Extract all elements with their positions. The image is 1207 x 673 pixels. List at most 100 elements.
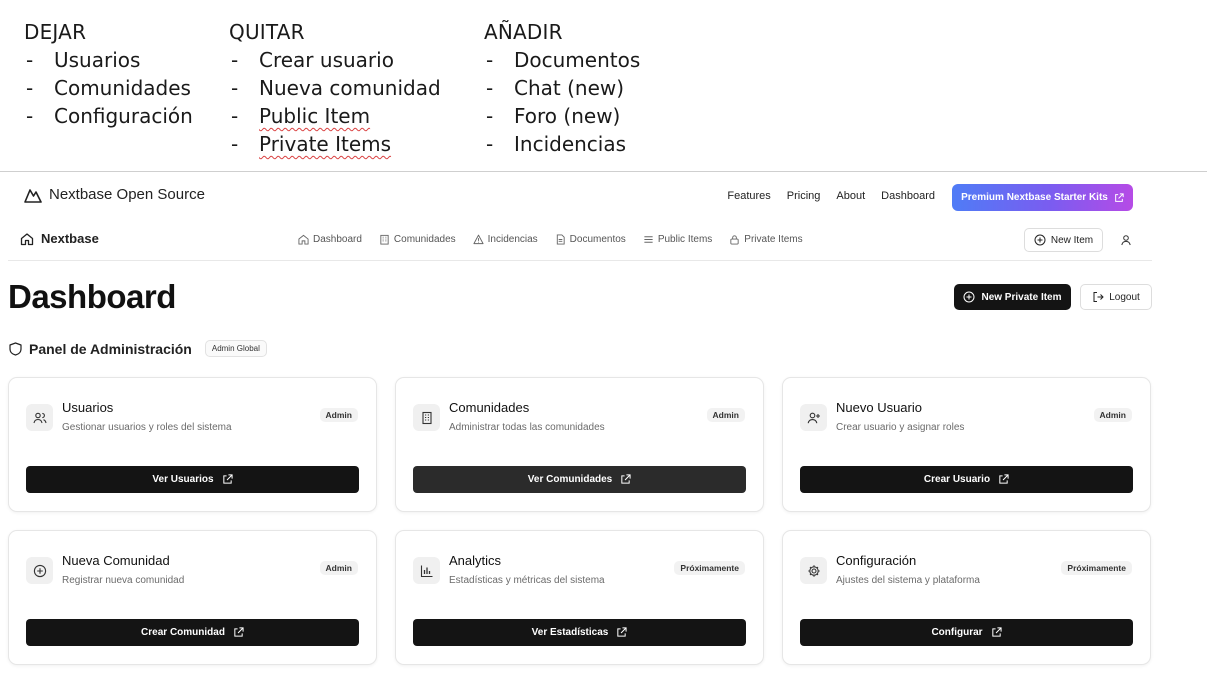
top-navbar: Nextbase Open Source Features Pricing Ab… [0,176,1207,220]
app-link-documentos[interactable]: Documentos [555,234,626,245]
external-link-icon [999,474,1009,484]
shield-icon [9,341,22,356]
user-icon [1121,235,1131,246]
list-item: Comunidades [24,74,193,102]
external-link-icon [991,627,1002,637]
card-configuracion: Configuración Ajustes del sistema y plat… [782,530,1151,665]
notes-dejar-list: Usuarios Comunidades Configuración [24,46,193,130]
app-link-label: Documentos [569,234,626,245]
app-brand[interactable]: Nextbase [20,231,99,246]
card-icon-box [800,404,827,431]
ver-usuarios-button[interactable]: Ver Usuarios [26,466,359,493]
configurar-button[interactable]: Configurar [800,619,1133,646]
card-title: Analytics [449,553,502,568]
button-label: Ver Comunidades [527,474,613,485]
status-badge: Próximamente [674,561,745,575]
crear-usuario-button[interactable]: Crear Usuario [800,466,1133,493]
external-link-icon [621,474,631,484]
app-link-private-items[interactable]: Private Items [729,234,803,245]
card-usuarios: Usuarios Gestionar usuarios y roles del … [8,377,377,512]
card-description: Ajustes del sistema y plataforma [836,575,980,586]
card-comunidades: Comunidades Administrar todas las comuni… [395,377,764,512]
logout-icon [1093,292,1104,302]
card-nueva-comunidad: Nueva Comunidad Registrar nueva comunida… [8,530,377,665]
lock-icon [730,235,739,245]
role-badge: Admin [706,408,745,422]
app-brand-label: Nextbase [41,231,99,246]
role-badge: Admin [319,561,358,575]
list-item: Nueva comunidad [229,74,441,102]
spellcheck-text: Private Items [259,132,392,156]
button-label: Ver Usuarios [152,474,214,485]
notes-quitar-heading: QUITAR [229,20,305,44]
external-link-icon [617,627,627,637]
app-link-comunidades[interactable]: Comunidades [379,234,456,245]
spellcheck-text: Public Item [259,104,371,128]
crear-comunidad-button[interactable]: Crear Comunidad [26,619,359,646]
role-badge: Admin [1093,408,1132,422]
card-title: Configuración [836,553,917,568]
site-brand[interactable]: Nextbase Open Source [24,186,205,203]
app-link-dashboard[interactable]: Dashboard [298,234,362,245]
app-link-incidencias[interactable]: Incidencias [473,234,538,245]
card-description: Registrar nueva comunidad [62,575,185,586]
home-icon [298,234,309,245]
notes-dejar-column: DEJAR Usuarios Comunidades Configuración [24,18,193,130]
plus-circle-icon [963,291,975,303]
admin-panel-title: Panel de Administración [29,340,192,357]
list-item: Private Items [229,130,441,158]
card-icon-box [26,557,53,584]
plus-circle-icon [1034,234,1046,246]
app-navbar: Nextbase Dashboard Comunidades Incidenci… [8,222,1152,261]
plus-circle-icon [33,564,46,577]
ver-estadisticas-button[interactable]: Ver Estadísticas [413,619,746,646]
notes-quitar-list: Crear usuario Nueva comunidad Public Ite… [229,46,441,158]
app-link-label: Dashboard [313,234,362,245]
nav-link-about[interactable]: About [836,190,865,202]
list-item: Documentos [484,46,640,74]
mountain-logo-icon [24,188,42,203]
external-link-icon [234,627,244,637]
admin-cards-grid: Usuarios Gestionar usuarios y roles del … [8,377,1152,665]
notes-anadir-list: Documentos Chat (new) Foro (new) Inciden… [484,46,640,158]
card-description: Gestionar usuarios y roles del sistema [62,422,232,433]
new-item-button[interactable]: New Item [1024,228,1103,252]
home-icon [20,232,34,245]
notes-anadir-column: AÑADIR Documentos Chat (new) Foro (new) … [484,18,640,158]
new-private-item-button[interactable]: New Private Item [954,284,1071,310]
app-link-label: Public Items [657,234,713,245]
premium-kits-label: Premium Nextbase Starter Kits [961,192,1108,203]
nav-link-pricing[interactable]: Pricing [787,190,821,202]
nav-link-dashboard[interactable]: Dashboard [881,190,935,202]
button-label: Configurar [931,627,983,638]
app-link-label: Private Items [744,234,803,245]
logout-button[interactable]: Logout [1080,284,1152,310]
card-title: Usuarios [62,400,114,415]
admin-global-badge: Admin Global [204,340,267,357]
card-description: Administrar todas las comunidades [449,422,605,433]
card-nuevo-usuario: Nuevo Usuario Crear usuario y asignar ro… [782,377,1151,512]
notes-section: DEJAR Usuarios Comunidades Configuración… [0,0,1207,172]
notes-anadir-heading: AÑADIR [484,20,563,44]
card-description: Crear usuario y asignar roles [836,422,965,433]
admin-panel-heading: Panel de Administración Admin Global [9,340,267,357]
app-link-label: Comunidades [393,234,456,245]
button-label: Ver Estadísticas [531,627,609,638]
gear-icon [807,564,820,577]
button-label: Crear Usuario [923,474,991,485]
document-icon [556,234,565,245]
user-menu-button[interactable] [1116,230,1136,250]
nav-link-features[interactable]: Features [727,190,770,202]
card-title: Nueva Comunidad [62,553,170,568]
card-icon-box [413,404,440,431]
user-plus-icon [807,412,820,423]
ver-comunidades-button[interactable]: Ver Comunidades [413,466,746,493]
app-link-public-items[interactable]: Public Items [643,234,712,245]
building-icon [380,234,389,245]
list-item: Usuarios [24,46,193,74]
premium-kits-button[interactable]: Premium Nextbase Starter Kits [952,184,1133,211]
button-label: Crear Comunidad [141,627,225,638]
card-description: Estadísticas y métricas del sistema [449,575,605,586]
list-item: Configuración [24,102,193,130]
card-icon-box [26,404,53,431]
